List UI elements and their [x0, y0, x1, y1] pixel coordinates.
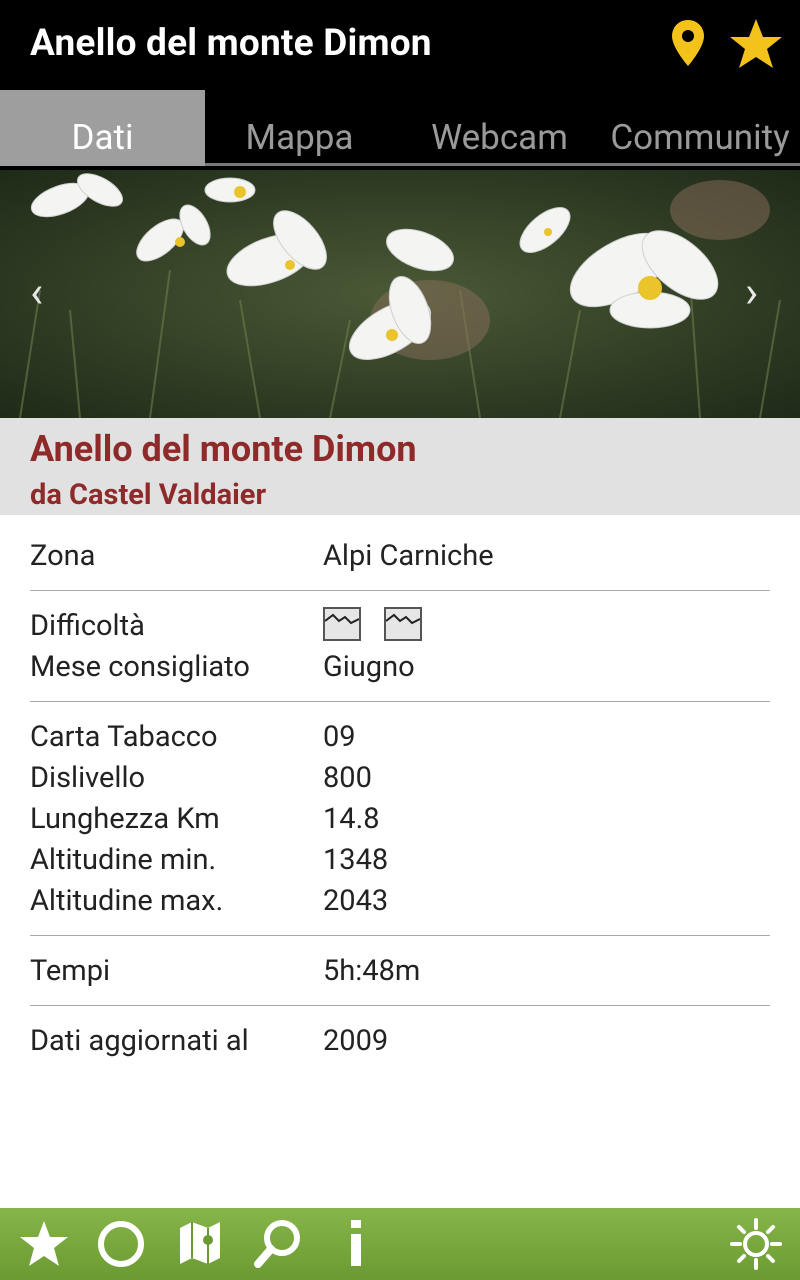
route-subtitle: da Castel Valdaier [30, 478, 267, 512]
mese-label: Mese consigliato [30, 650, 250, 684]
alt-min-value: 1348 [323, 843, 389, 877]
route-title: Anello del monte Dimon [30, 428, 417, 470]
tab-divider [205, 163, 800, 166]
alt-min-label: Altitudine min. [30, 843, 217, 877]
mountain-difficulty-icon [384, 607, 422, 641]
mountain-difficulty-icon [323, 607, 361, 641]
favorite-star-icon[interactable] [728, 16, 784, 76]
lunghezza-label: Lunghezza Km [30, 802, 220, 836]
divider [30, 701, 770, 702]
route-header: Anello del monte Dimon da Castel Valdaie… [0, 418, 800, 515]
tempi-value: 5h:48m [323, 954, 421, 988]
top-bar: Anello del monte Dimon [0, 0, 800, 90]
zona-value: Alpi Carniche [323, 539, 494, 573]
aggiornati-label: Dati aggiornati al [30, 1024, 249, 1058]
tempi-label: Tempi [30, 954, 111, 988]
difficolta-label: Difficoltà [30, 609, 145, 643]
map-pin-icon[interactable] [668, 18, 708, 74]
flower-photo [0, 170, 800, 418]
gallery-prev-arrow-icon[interactable]: ‹ [30, 270, 43, 314]
aggiornati-value: 2009 [323, 1024, 389, 1058]
search-icon[interactable] [252, 1218, 304, 1274]
gallery-next-arrow-icon[interactable]: › [745, 270, 758, 314]
divider [30, 935, 770, 936]
tab-webcam[interactable]: Webcam [397, 90, 602, 166]
tab-community[interactable]: Community [595, 90, 800, 166]
zona-label: Zona [30, 539, 96, 573]
bottom-toolbar [0, 1208, 800, 1280]
carta-value: 09 [323, 720, 356, 754]
dislivello-label: Dislivello [30, 761, 146, 795]
dislivello-value: 800 [323, 761, 372, 795]
app-title: Anello del monte Dimon [30, 22, 432, 65]
lunghezza-value: 14.8 [323, 802, 380, 836]
tab-bar: Dati Mappa Webcam Community [0, 90, 800, 170]
favorites-star-icon[interactable] [18, 1218, 70, 1274]
info-icon[interactable] [346, 1220, 366, 1272]
alt-max-label: Altitudine max. [30, 884, 224, 918]
divider [30, 1005, 770, 1006]
tab-mappa[interactable]: Mappa [197, 90, 402, 166]
map-icon[interactable] [178, 1220, 222, 1270]
divider [30, 590, 770, 591]
tab-dati[interactable]: Dati [0, 90, 205, 166]
alt-max-value: 2043 [323, 884, 389, 918]
photo-gallery[interactable]: ‹ › [0, 170, 800, 418]
mese-value: Giugno [323, 650, 415, 684]
carta-label: Carta Tabacco [30, 720, 218, 754]
settings-sun-icon[interactable] [730, 1218, 782, 1274]
gps-circle-icon[interactable] [96, 1219, 146, 1273]
